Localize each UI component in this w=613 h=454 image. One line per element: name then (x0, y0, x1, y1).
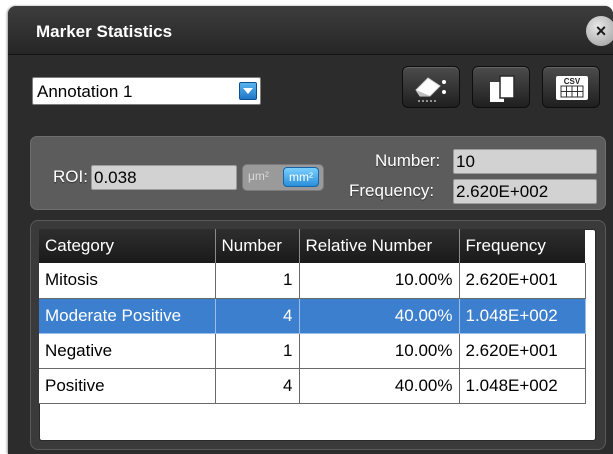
cell-number: 4 (215, 298, 300, 334)
table-row[interactable]: Positive 4 40.00% 1.048E+002 (39, 368, 586, 404)
cell-category: Moderate Positive (39, 298, 216, 334)
area-unit-toggle[interactable]: μm² mm² (242, 164, 324, 191)
cell-number: 1 (215, 263, 300, 299)
csv-icon-label: CSV (564, 77, 581, 86)
cell-frequency: 2.620E+001 (459, 333, 586, 369)
cell-relative-number: 40.00% (299, 368, 460, 404)
title-bar[interactable]: Marker Statistics × (8, 6, 613, 55)
cell-category: Negative (39, 333, 216, 369)
cell-relative-number: 40.00% (299, 298, 460, 334)
export-csv-button[interactable]: CSV (542, 66, 600, 108)
csv-export-icon: CSV (556, 76, 588, 100)
copy-icon (490, 75, 515, 102)
cell-frequency: 1.048E+002 (459, 298, 586, 334)
table-row[interactable]: Mitosis 1 10.00% 2.620E+001 (39, 263, 586, 299)
number-value-field: 10 (453, 149, 597, 174)
column-header-frequency[interactable]: Frequency (459, 229, 585, 263)
table-row-selected[interactable]: Moderate Positive 4 40.00% 1.048E+002 (39, 298, 586, 334)
cell-number: 4 (215, 368, 300, 404)
table-row[interactable]: Negative 1 10.00% 2.620E+001 (39, 333, 586, 369)
eraser-icon (415, 77, 446, 102)
clear-markers-button[interactable] (402, 66, 460, 108)
cell-category: Mitosis (39, 263, 216, 299)
roi-label: ROI: (53, 167, 88, 186)
statistics-panel: ROI: 0.038 μm² mm² Number: 10 Frequency:… (30, 136, 606, 210)
cell-frequency: 1.048E+002 (459, 368, 586, 404)
cell-number: 1 (215, 333, 300, 369)
copy-button[interactable] (472, 66, 530, 108)
roi-value-field: 0.038 (91, 165, 237, 190)
frequency-label: Frequency: (349, 181, 435, 200)
cell-frequency: 2.620E+001 (459, 263, 586, 299)
annotation-select[interactable]: Annotation 1 (32, 77, 261, 105)
close-button[interactable]: × (586, 16, 613, 46)
chevron-down-icon[interactable] (239, 82, 257, 100)
number-label: Number: (375, 151, 441, 170)
column-header-relative-number[interactable]: Relative Number (299, 229, 460, 263)
frequency-value-field: 2.620E+002 (453, 179, 597, 204)
unit-mm-option[interactable]: mm² (283, 167, 319, 187)
cell-relative-number: 10.00% (299, 333, 460, 369)
table-header-row: Category Number Relative Number Frequenc… (39, 229, 585, 263)
marker-statistics-window: Marker Statistics × Annotation 1 CSV ROI… (8, 6, 613, 454)
window-title: Marker Statistics (36, 22, 173, 41)
column-header-category[interactable]: Category (39, 229, 216, 263)
statistics-table: Category Number Relative Number Frequenc… (39, 229, 586, 404)
column-header-number[interactable]: Number (215, 229, 300, 263)
cell-relative-number: 10.00% (299, 263, 460, 299)
statistics-table-panel: Category Number Relative Number Frequenc… (30, 220, 606, 450)
cell-category: Positive (39, 368, 216, 404)
unit-um-option[interactable]: μm² (248, 169, 269, 183)
annotation-select-value: Annotation 1 (37, 82, 133, 101)
